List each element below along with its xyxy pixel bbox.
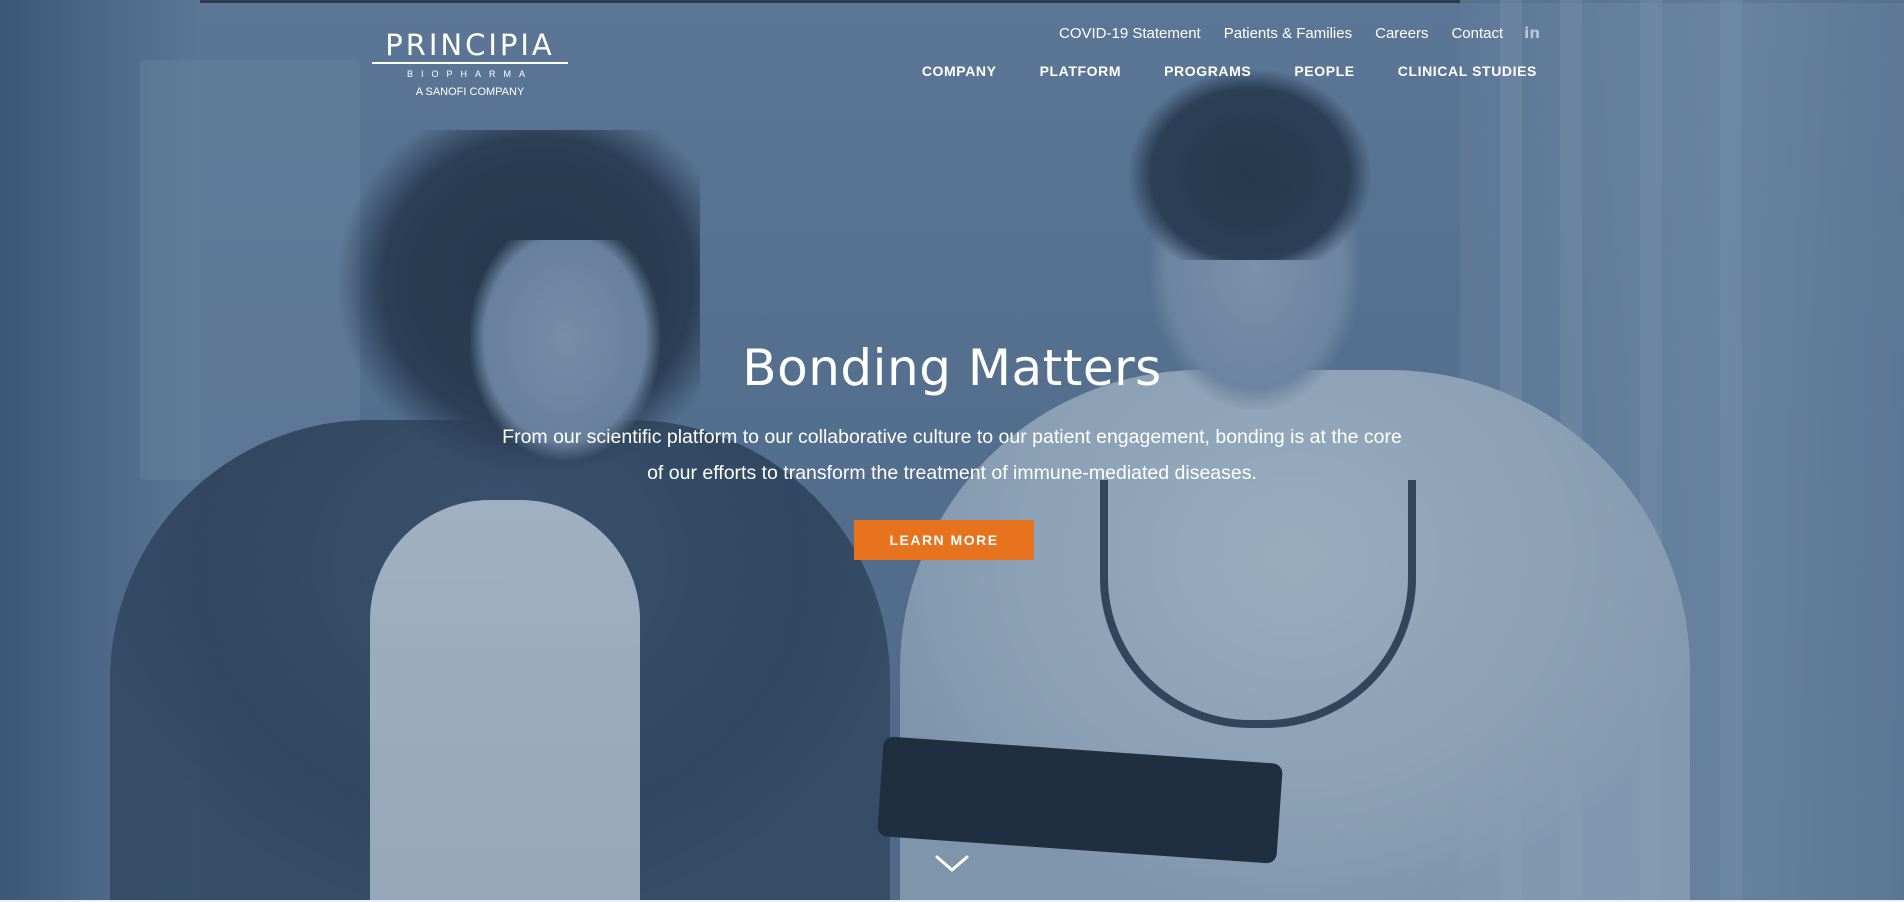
chevron-down-icon[interactable] bbox=[934, 852, 970, 876]
logo-wordmark: PRINCIPIA bbox=[385, 28, 555, 62]
nav-link-patients-families[interactable]: Patients & Families bbox=[1224, 25, 1352, 42]
nav-item-programs[interactable]: PROGRAMS bbox=[1164, 63, 1251, 79]
nav-link-careers[interactable]: Careers bbox=[1375, 25, 1428, 42]
linkedin-icon[interactable]: in bbox=[1524, 24, 1540, 42]
utility-nav: COVID-19 Statement Patients & Families C… bbox=[1059, 22, 1540, 44]
hero-title: Bonding Matters bbox=[742, 339, 1162, 397]
nav-link-contact[interactable]: Contact bbox=[1451, 25, 1503, 42]
nav-item-clinical-studies[interactable]: CLINICAL STUDIES bbox=[1398, 63, 1537, 79]
site-logo[interactable]: PRINCIPIA BIOPHARMA A SANOFI COMPANY bbox=[370, 30, 570, 100]
hero-section: PRINCIPIA BIOPHARMA A SANOFI COMPANY COV… bbox=[0, 0, 1904, 902]
logo-tagline: A SANOFI COMPANY bbox=[415, 86, 525, 98]
hero-subtitle: From our scientific platform to our coll… bbox=[502, 426, 1402, 484]
nav-link-covid-statement[interactable]: COVID-19 Statement bbox=[1059, 25, 1201, 42]
nav-item-platform[interactable]: PLATFORM bbox=[1040, 63, 1122, 79]
learn-more-button[interactable]: LEARN MORE bbox=[854, 520, 1034, 560]
logo-divider bbox=[372, 62, 568, 64]
main-nav: COMPANY PLATFORM PROGRAMS PEOPLE CLINICA… bbox=[922, 60, 1537, 82]
nav-item-company[interactable]: COMPANY bbox=[922, 63, 997, 79]
logo-subline: BIOPHARMA bbox=[406, 69, 533, 79]
nav-item-people[interactable]: PEOPLE bbox=[1294, 63, 1354, 79]
